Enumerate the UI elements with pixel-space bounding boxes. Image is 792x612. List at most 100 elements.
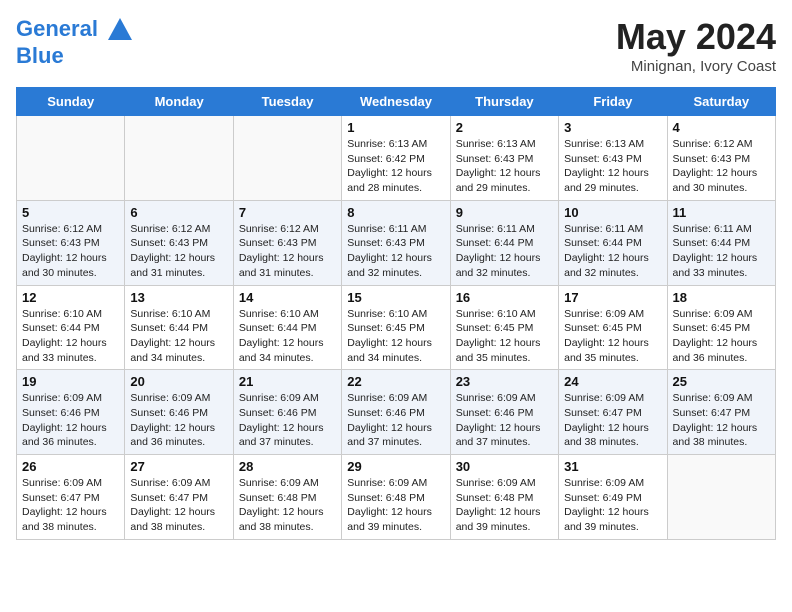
day-info: Sunrise: 6:12 AM Sunset: 6:43 PM Dayligh… (239, 222, 336, 281)
calendar-cell: 20Sunrise: 6:09 AM Sunset: 6:46 PM Dayli… (125, 370, 233, 455)
day-number: 25 (673, 374, 770, 389)
logo: General Blue (16, 16, 134, 68)
calendar-cell: 18 Sunrise: 6:09 AM Sunset: 6:45 PM Dayli… (667, 285, 775, 370)
page-header: General Blue May 2024 Minignan, Ivory Co… (16, 16, 776, 75)
day-of-week-header: Wednesday (342, 88, 450, 116)
day-of-week-header: Sunday (17, 88, 125, 116)
day-number: 20 (130, 374, 227, 389)
calendar-table: SundayMondayTuesdayWednesdayThursdayFrid… (16, 87, 776, 540)
calendar-cell: 12Sunrise: 6:10 AM Sunset: 6:44 PM Dayli… (17, 285, 125, 370)
calendar-cell: 8 Sunrise: 6:11 AM Sunset: 6:43 PM Daylig… (342, 200, 450, 285)
calendar-cell (667, 455, 775, 540)
day-number: 15 (347, 290, 444, 305)
calendar-cell: 24 Sunrise: 6:09 AM Sunset: 6:47 PM Dayli… (559, 370, 667, 455)
day-info: Sunrise: 6:11 AM Sunset: 6:43 PM Dayligh… (347, 222, 444, 281)
day-info: Sunrise: 6:09 AM Sunset: 6:48 PM Dayligh… (239, 476, 336, 535)
calendar-cell: 19 Sunrise: 6:09 AM Sunset: 6:46 PM Dayli… (17, 370, 125, 455)
day-info: Sunrise: 6:09 AM Sunset: 6:47 PM Dayligh… (130, 476, 227, 535)
calendar-cell (233, 116, 341, 201)
calendar-week-row: 26 Sunrise: 6:09 AM Sunset: 6:47 PM Dayli… (17, 455, 776, 540)
day-number: 18 (673, 290, 770, 305)
day-number: 30 (456, 459, 553, 474)
day-number: 3 (564, 120, 661, 135)
calendar-cell: 9Sunrise: 6:11 AM Sunset: 6:44 PM Daylig… (450, 200, 558, 285)
calendar-cell: 6 Sunrise: 6:12 AM Sunset: 6:43 PM Daylig… (125, 200, 233, 285)
day-info: Sunrise: 6:09 AM Sunset: 6:48 PM Dayligh… (347, 476, 444, 535)
calendar-week-row: 12 Sunrise: 6:10 AM Sunset: 6:44 PM Dayli… (17, 285, 776, 370)
day-number: 13 (130, 290, 227, 305)
month-title: May 2024 (616, 16, 776, 58)
day-number: 17 (564, 290, 661, 305)
day-number: 6 (130, 205, 227, 220)
day-of-week-header: Monday (125, 88, 233, 116)
day-info: Sunrise: 6:09 AM Sunset: 6:48 PM Dayligh… (456, 476, 553, 535)
day-info: Sunrise: 6:10 AM Sunset: 6:44 PM Dayligh… (239, 307, 336, 366)
day-of-week-header: Saturday (667, 88, 775, 116)
day-number: 27 (130, 459, 227, 474)
calendar-cell: 5Sunrise: 6:12 AM Sunset: 6:43 PM Daylig… (17, 200, 125, 285)
day-info: Sunrise: 6:09 AM Sunset: 6:47 PM Dayligh… (22, 476, 119, 535)
title-area: May 2024 Minignan, Ivory Coast (616, 16, 776, 75)
calendar-week-row: 1 Sunrise: 6:13 AM Sunset: 6:42 PM Daylig… (17, 116, 776, 201)
day-info: Sunrise: 6:09 AM Sunset: 6:47 PM Dayligh… (564, 391, 661, 450)
calendar-cell (17, 116, 125, 201)
day-number: 8 (347, 205, 444, 220)
calendar-cell: 11Sunrise: 6:11 AM Sunset: 6:44 PM Dayli… (667, 200, 775, 285)
day-number: 7 (239, 205, 336, 220)
calendar-cell: 22Sunrise: 6:09 AM Sunset: 6:46 PM Dayli… (342, 370, 450, 455)
calendar-cell (125, 116, 233, 201)
day-number: 31 (564, 459, 661, 474)
logo-blue: Blue (16, 44, 134, 68)
calendar-cell: 7 Sunrise: 6:12 AM Sunset: 6:43 PM Daylig… (233, 200, 341, 285)
calendar-cell: 1 Sunrise: 6:13 AM Sunset: 6:42 PM Daylig… (342, 116, 450, 201)
day-number: 26 (22, 459, 119, 474)
day-number: 14 (239, 290, 336, 305)
calendar-header: SundayMondayTuesdayWednesdayThursdayFrid… (17, 88, 776, 116)
calendar-cell: 31 Sunrise: 6:09 AM Sunset: 6:49 PM Dayli… (559, 455, 667, 540)
day-info: Sunrise: 6:13 AM Sunset: 6:43 PM Dayligh… (564, 137, 661, 196)
day-number: 28 (239, 459, 336, 474)
day-info: Sunrise: 6:09 AM Sunset: 6:49 PM Dayligh… (564, 476, 661, 535)
day-info: Sunrise: 6:13 AM Sunset: 6:42 PM Dayligh… (347, 137, 444, 196)
day-info: Sunrise: 6:12 AM Sunset: 6:43 PM Dayligh… (673, 137, 770, 196)
day-number: 24 (564, 374, 661, 389)
days-of-week-row: SundayMondayTuesdayWednesdayThursdayFrid… (17, 88, 776, 116)
calendar-cell: 4 Sunrise: 6:12 AM Sunset: 6:43 PM Daylig… (667, 116, 775, 201)
calendar-cell: 25 Sunrise: 6:09 AM Sunset: 6:47 PM Dayli… (667, 370, 775, 455)
calendar-cell: 27 Sunrise: 6:09 AM Sunset: 6:47 PM Dayli… (125, 455, 233, 540)
day-number: 1 (347, 120, 444, 135)
calendar-cell: 29 Sunrise: 6:09 AM Sunset: 6:48 PM Dayli… (342, 455, 450, 540)
day-info: Sunrise: 6:10 AM Sunset: 6:45 PM Dayligh… (456, 307, 553, 366)
day-number: 29 (347, 459, 444, 474)
day-info: Sunrise: 6:09 AM Sunset: 6:47 PM Dayligh… (673, 391, 770, 450)
day-number: 4 (673, 120, 770, 135)
day-of-week-header: Tuesday (233, 88, 341, 116)
calendar-cell: 23Sunrise: 6:09 AM Sunset: 6:46 PM Dayli… (450, 370, 558, 455)
day-number: 12 (22, 290, 119, 305)
calendar-week-row: 5Sunrise: 6:12 AM Sunset: 6:43 PM Daylig… (17, 200, 776, 285)
calendar-cell: 28 Sunrise: 6:09 AM Sunset: 6:48 PM Dayli… (233, 455, 341, 540)
day-info: Sunrise: 6:09 AM Sunset: 6:46 PM Dayligh… (22, 391, 119, 450)
day-info: Sunrise: 6:11 AM Sunset: 6:44 PM Dayligh… (456, 222, 553, 281)
calendar-week-row: 19 Sunrise: 6:09 AM Sunset: 6:46 PM Dayli… (17, 370, 776, 455)
day-info: Sunrise: 6:10 AM Sunset: 6:44 PM Dayligh… (130, 307, 227, 366)
calendar-cell: 26 Sunrise: 6:09 AM Sunset: 6:47 PM Dayli… (17, 455, 125, 540)
day-info: Sunrise: 6:09 AM Sunset: 6:46 PM Dayligh… (239, 391, 336, 450)
day-info: Sunrise: 6:12 AM Sunset: 6:43 PM Dayligh… (130, 222, 227, 281)
day-info: Sunrise: 6:09 AM Sunset: 6:45 PM Dayligh… (673, 307, 770, 366)
calendar-cell: 17Sunrise: 6:09 AM Sunset: 6:45 PM Dayli… (559, 285, 667, 370)
day-number: 19 (22, 374, 119, 389)
day-number: 21 (239, 374, 336, 389)
calendar-cell: 15Sunrise: 6:10 AM Sunset: 6:45 PM Dayli… (342, 285, 450, 370)
day-number: 11 (673, 205, 770, 220)
calendar-cell: 14 Sunrise: 6:10 AM Sunset: 6:44 PM Dayli… (233, 285, 341, 370)
day-number: 22 (347, 374, 444, 389)
day-info: Sunrise: 6:09 AM Sunset: 6:46 PM Dayligh… (456, 391, 553, 450)
day-of-week-header: Thursday (450, 88, 558, 116)
logo-text: General (16, 16, 134, 44)
day-info: Sunrise: 6:13 AM Sunset: 6:43 PM Dayligh… (456, 137, 553, 196)
calendar-cell: 21 Sunrise: 6:09 AM Sunset: 6:46 PM Dayli… (233, 370, 341, 455)
day-number: 10 (564, 205, 661, 220)
day-number: 2 (456, 120, 553, 135)
calendar-cell: 16Sunrise: 6:10 AM Sunset: 6:45 PM Dayli… (450, 285, 558, 370)
